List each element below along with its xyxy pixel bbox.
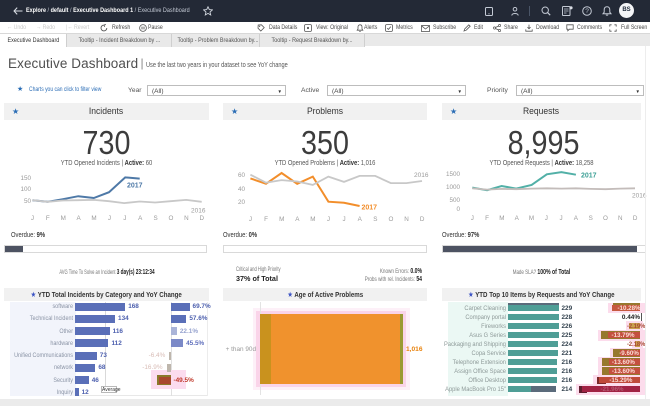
svg-text:2016: 2016 — [414, 172, 429, 179]
svg-text:2017: 2017 — [362, 205, 378, 212]
svg-text:2017: 2017 — [581, 173, 597, 180]
svg-text:2017: 2017 — [127, 183, 143, 190]
svg-text:2016: 2016 — [191, 208, 206, 215]
